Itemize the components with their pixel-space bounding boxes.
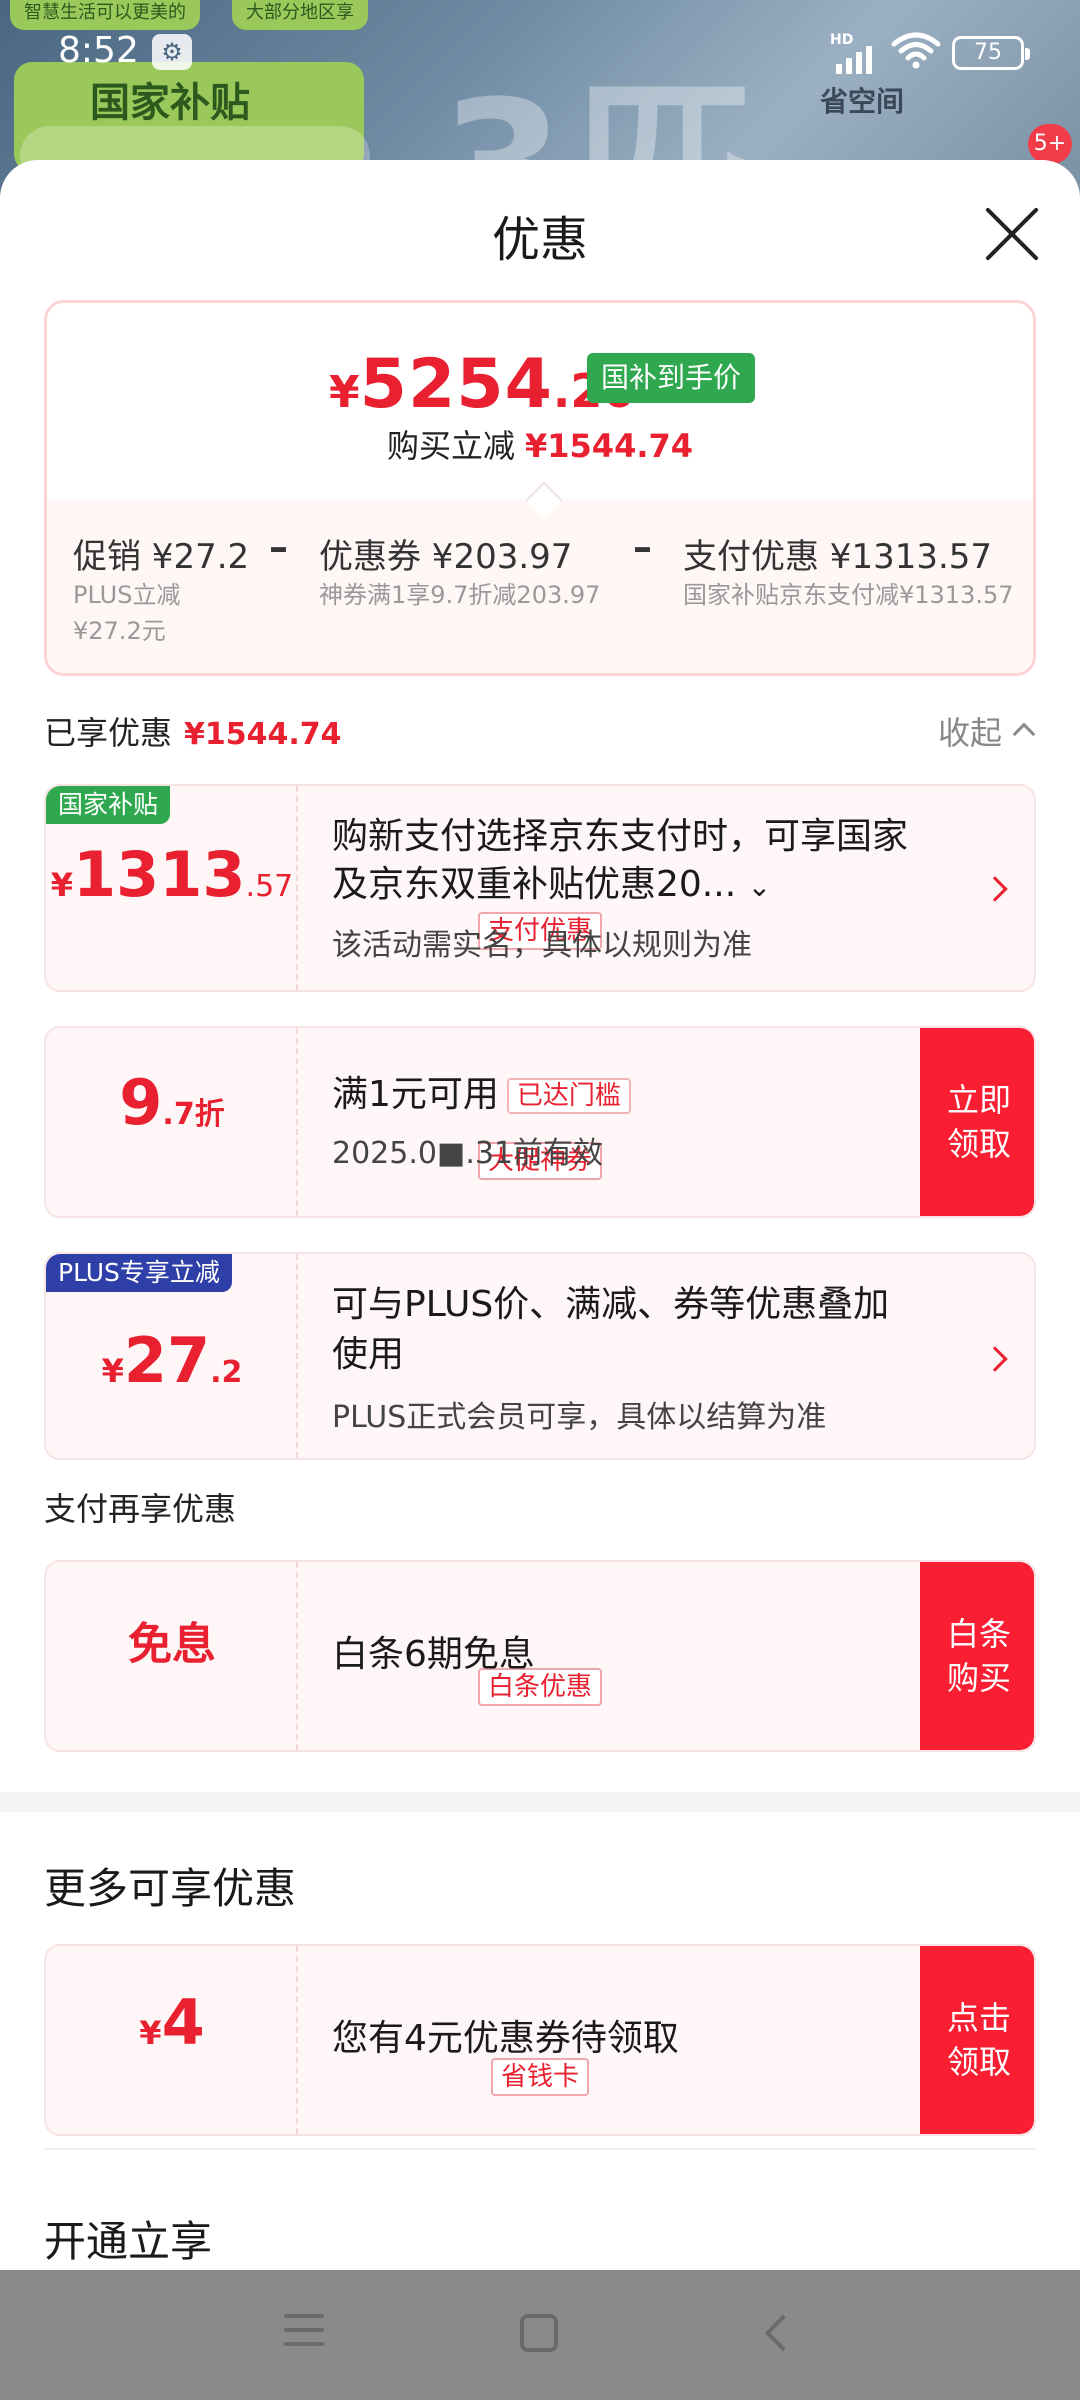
section-divider — [0, 1792, 1080, 1812]
offer-validity: 2025.0■.31前有效 — [332, 1136, 604, 1171]
national-subsidy-tag: 国家补贴 — [46, 786, 171, 824]
offer-card-coupon: 9.7折 大促神券 满1元可用 已达门槛 2025.0■.31前有效 立即 领取 — [44, 1026, 1036, 1218]
offer-desc-line1: 可与PLUS价、满减、券等优惠叠加 — [332, 1284, 890, 1325]
chevron-up-icon[interactable] — [1012, 722, 1036, 746]
offer-sub: 该活动需实名，具体以规则为准 — [332, 928, 752, 963]
click-claim-button[interactable]: 点击 领取 — [920, 1946, 1034, 2134]
breakdown-payment-sub: 国家补贴京东支付减¥1313.57 — [683, 581, 1014, 609]
offer-desc: 满1元可用 已达门槛 — [332, 1070, 631, 1120]
breakdown-payment: 支付优惠 ¥1313.57 — [683, 537, 993, 577]
collapse-button[interactable]: 收起 — [938, 708, 1002, 754]
close-icon[interactable] — [984, 206, 1040, 262]
chevron-right-icon[interactable] — [982, 1346, 1008, 1372]
offer-desc-line2: 及京东双重补贴优惠20... ⌄ — [332, 864, 772, 905]
offer-amount: 免息 — [128, 1619, 216, 1670]
purchase-reduce-line: 购买立减 ¥1544.74 — [386, 427, 694, 465]
open-enjoy-title: 开通立享 — [44, 2217, 213, 2266]
sheet-title: 优惠 — [491, 212, 588, 268]
offer-card-baitiao: 免息 白条优惠 白条6期免息 白条 购买 — [44, 1560, 1036, 1752]
plus-tag: PLUS专享立减 — [46, 1254, 232, 1292]
breakdown-promo: 促销 ¥27.2 — [73, 537, 250, 577]
chevron-right-icon[interactable] — [982, 876, 1008, 902]
minus-sign: – — [269, 525, 288, 569]
pay-more-section-title: 支付再享优惠 — [44, 1490, 237, 1528]
offer-desc-line1: 购新支付选择京东支付时，可享国家 — [332, 816, 909, 857]
wrench-icon: ⚙ — [152, 34, 192, 70]
offer-amount: ¥1313.57 — [50, 838, 294, 911]
status-bar: 8:52 ⚙ HD 75 — [0, 0, 1080, 100]
offer-amount: ¥4 — [139, 1986, 205, 2059]
enjoyed-discount: 已享优惠 ¥1544.74 — [44, 714, 342, 752]
home-icon[interactable] — [520, 2314, 558, 2352]
cart-badge: 5+ — [1028, 124, 1072, 164]
battery-icon: 75 — [952, 36, 1030, 70]
breakdown-promo-sub2: ¥27.2元 — [73, 617, 166, 645]
claim-now-button[interactable]: 立即 领取 — [920, 1028, 1034, 1216]
baitiao-buy-button[interactable]: 白条 购买 — [920, 1562, 1034, 1750]
status-time: 8:52 — [58, 30, 139, 71]
back-icon[interactable] — [764, 2314, 802, 2352]
system-nav-bar — [0, 2270, 1080, 2400]
offer-amount: ¥27.2 — [101, 1324, 243, 1397]
offer-card-plus[interactable]: PLUS专享立减 ¥27.2 可与PLUS价、满减、券等优惠叠加 使用 PLUS… — [44, 1252, 1036, 1460]
offer-desc: 白条6期免息 — [332, 1634, 535, 1675]
subsidy-price-tag: 国补到手价 — [587, 353, 756, 403]
breakdown-coupon: 优惠券 ¥203.97 — [319, 537, 573, 577]
offer-desc: 您有4元优惠券待领取 — [332, 2018, 679, 2059]
breakdown-promo-sub: PLUS立减 — [73, 581, 181, 609]
price-summary-card: ¥5254.26 国补到手价 购买立减¥1544.74 促销 ¥27.2 PLU… — [44, 300, 1036, 676]
chevron-down-icon[interactable]: ⌄ — [748, 870, 771, 903]
offer-card-savings: ¥4 省钱卡 您有4元优惠券待领取 点击 领取 — [44, 1944, 1036, 2136]
minus-sign: – — [633, 525, 652, 569]
offer-desc-line2: 使用 — [332, 1334, 405, 1375]
threshold-reached-tag: 已达门槛 — [506, 1078, 631, 1114]
offer-card-subsidy[interactable]: 国家补贴 ¥1313.57 支付优惠 购新支付选择京东支付时，可享国家 及京东双… — [44, 784, 1036, 992]
menu-icon[interactable] — [284, 2314, 324, 2356]
more-offers-title: 更多可享优惠 — [44, 1864, 297, 1913]
wifi-icon — [891, 32, 941, 69]
offer-sub: PLUS正式会员可享，具体以结算为准 — [332, 1400, 827, 1435]
offer-amount: 9.7折 — [119, 1066, 225, 1139]
breakdown-coupon-sub: 神券满1享9.7折减203.97 — [319, 581, 601, 609]
discount-sheet: 优惠 ¥5254.26 国补到手价 购买立减¥1544.74 促销 ¥27.2 … — [0, 160, 1080, 2270]
signal-icon — [836, 38, 872, 74]
